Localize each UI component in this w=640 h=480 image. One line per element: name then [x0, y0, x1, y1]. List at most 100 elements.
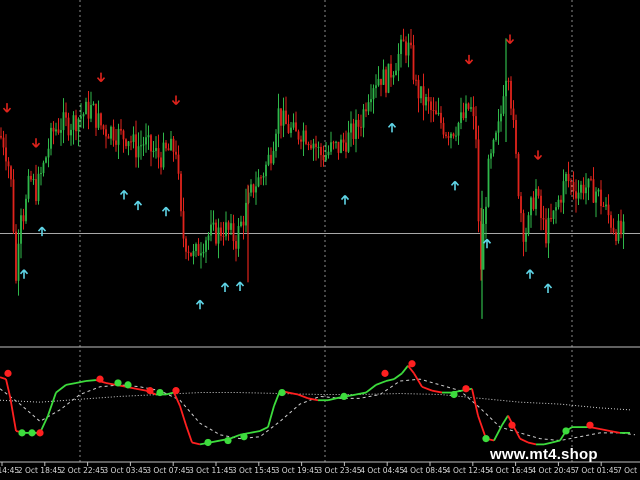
x-tick-label: 4 Oct 04:45 [360, 466, 404, 475]
bull-candle [565, 173, 567, 182]
bear-candle [422, 86, 425, 106]
bear-candle [332, 142, 335, 144]
bull-candle [170, 138, 172, 151]
bear-candle [342, 139, 345, 143]
bull-candle [240, 221, 242, 227]
bear-candle [620, 220, 622, 235]
bull-candle [487, 158, 490, 207]
bear-candle [567, 173, 570, 182]
bull-candle [47, 148, 50, 158]
bull-candle [137, 146, 140, 158]
bull-candle [425, 97, 427, 106]
bear-candle [477, 139, 480, 222]
bull-candle [547, 217, 550, 244]
bull-candle [62, 112, 65, 131]
bear-candle [180, 173, 182, 212]
x-tick-label: 4 Oct 20:45 [531, 466, 575, 475]
bear-candle [402, 39, 405, 42]
bear-candle [415, 79, 417, 81]
bear-candle [540, 195, 542, 219]
bear-candle [600, 189, 602, 207]
bear-candle [120, 128, 122, 131]
bear-candle [515, 120, 517, 154]
bear-candle [570, 181, 572, 183]
bull-candle [262, 176, 265, 178]
green-signal-dot [450, 390, 458, 399]
bull-candle [217, 227, 220, 244]
bear-candle [105, 129, 107, 137]
bear-candle [452, 133, 455, 137]
bear-candle [165, 142, 167, 149]
bull-candle [225, 222, 227, 237]
bull-candle [132, 134, 135, 142]
bear-candle [445, 134, 447, 137]
bull-candle [25, 198, 27, 222]
bull-candle [617, 220, 620, 241]
bull-candle [237, 226, 240, 249]
bear-candle [507, 80, 510, 82]
bear-candle [537, 188, 540, 196]
bear-candle [57, 129, 60, 133]
x-tick-label: 2 Oct 18:45 [18, 466, 62, 475]
bull-candle [562, 181, 565, 203]
bull-candle [317, 146, 320, 148]
bull-candle [162, 142, 165, 168]
bear-candle [410, 42, 412, 46]
bear-candle [607, 204, 610, 216]
bear-candle [235, 241, 237, 249]
bull-candle [302, 130, 305, 142]
bull-candle [490, 153, 492, 159]
bear-candle [310, 145, 312, 149]
x-tick-label: 4 Oct 12:45 [446, 466, 490, 475]
bull-candle [277, 108, 280, 134]
bear-candle [115, 140, 117, 145]
bull-candle [45, 157, 47, 163]
bear-candle [430, 101, 432, 111]
bear-candle [435, 110, 437, 115]
red-signal-dot [408, 360, 416, 368]
bear-candle [107, 136, 110, 139]
bull-candle [110, 126, 112, 139]
bull-candle [85, 101, 87, 115]
bull-candle [495, 132, 497, 140]
red-signal-dot [462, 385, 470, 393]
bear-candle [462, 112, 465, 119]
bull-candle [492, 139, 495, 154]
x-tick-label: 2 Oct 14:45 [0, 466, 19, 475]
green-signal-dot [18, 429, 26, 437]
x-tick-label: 3 Oct 07:45 [146, 466, 190, 475]
bear-candle [297, 131, 300, 140]
bull-candle [362, 109, 365, 128]
bear-candle [510, 80, 512, 109]
bull-candle [257, 177, 260, 187]
bull-candle [355, 119, 357, 139]
bear-candle [22, 215, 25, 222]
green-signal-dot [124, 381, 132, 389]
bear-candle [512, 108, 515, 121]
bull-candle [340, 139, 342, 153]
bear-candle [187, 251, 190, 253]
bull-candle [210, 224, 212, 236]
bear-candle [522, 213, 525, 242]
x-tick-label: 3 Oct 15:45 [232, 466, 276, 475]
green-signal-dot [562, 427, 570, 435]
bear-candle [30, 175, 32, 180]
bear-candle [287, 124, 290, 133]
bear-candle [412, 45, 415, 80]
bull-candle [460, 112, 462, 123]
bull-candle [230, 223, 232, 230]
bull-candle [395, 70, 397, 76]
bull-candle [387, 63, 390, 93]
bear-candle [5, 147, 7, 162]
bear-candle [365, 109, 367, 112]
bear-candle [280, 108, 282, 126]
bear-candle [172, 138, 175, 152]
bear-candle [447, 136, 450, 138]
green-signal-dot [482, 435, 490, 443]
bull-candle [147, 135, 150, 138]
bear-candle [270, 154, 272, 164]
bear-candle [385, 69, 387, 93]
bear-candle [167, 148, 170, 151]
bear-candle [112, 126, 115, 141]
bear-candle [417, 79, 420, 99]
